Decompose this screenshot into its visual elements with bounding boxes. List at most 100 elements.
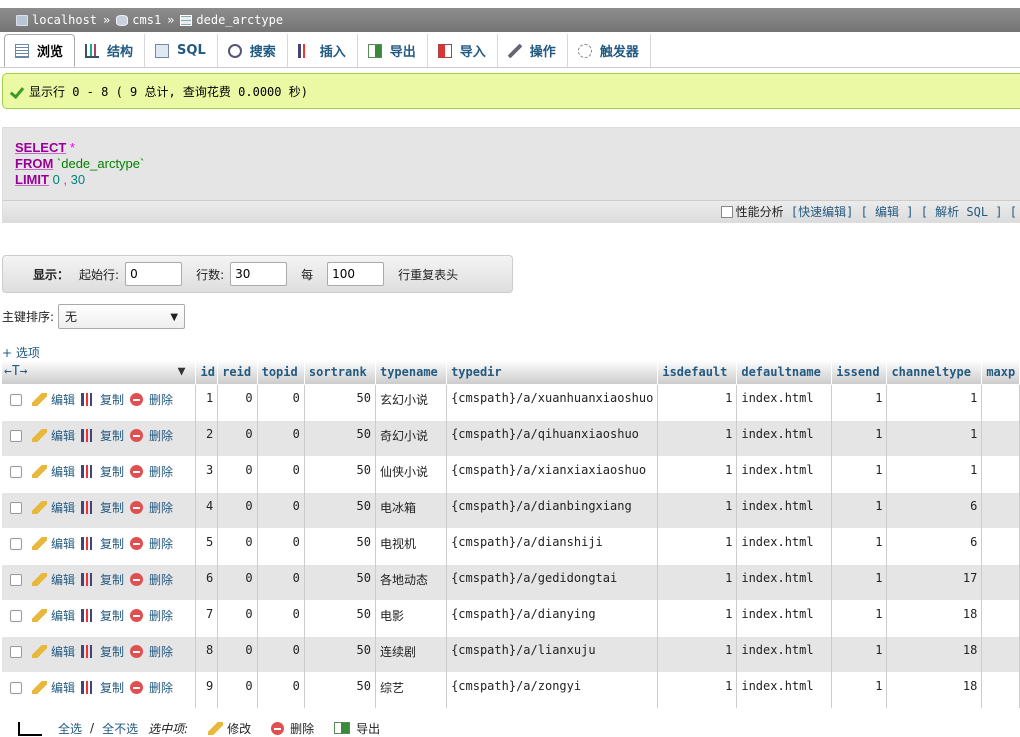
column-header[interactable]: typename — [375, 360, 448, 384]
sort-triangle-icon[interactable]: ▼ — [178, 364, 186, 379]
table-cell-topid[interactable]: 0 — [257, 419, 305, 456]
table-cell-defaultname[interactable]: index.html — [736, 419, 833, 456]
table-cell-id[interactable]: 4 — [195, 491, 219, 528]
delete-icon[interactable] — [271, 721, 285, 735]
explain-sql-link[interactable]: [ 解析 SQL ] — [921, 203, 1003, 220]
sort-select[interactable]: 无 ▼ — [58, 304, 186, 329]
delete-icon[interactable] — [130, 536, 144, 550]
table-cell-typename[interactable]: 连续剧 — [375, 635, 448, 672]
edit-icon[interactable] — [32, 392, 47, 406]
table-cell-reid[interactable]: 0 — [217, 635, 258, 672]
table-cell-isdefault[interactable]: 1 — [657, 563, 738, 600]
edit-link[interactable]: [ 编辑 ] — [861, 203, 914, 220]
repeat-header-input[interactable] — [327, 262, 385, 286]
table-cell-defaultname[interactable]: index.html — [736, 455, 833, 492]
row-checkbox[interactable] — [10, 681, 22, 694]
row-checkbox[interactable] — [10, 501, 22, 514]
table-cell-reid[interactable]: 0 — [217, 671, 258, 708]
sql-keyword[interactable]: SELECT — [15, 140, 66, 155]
inline-edit-link[interactable]: [快速编辑] — [791, 203, 853, 220]
copy-icon[interactable] — [81, 428, 97, 442]
table-cell-reid[interactable]: 0 — [217, 455, 258, 492]
table-cell-isdefault[interactable]: 1 — [657, 419, 738, 456]
check-all-link[interactable]: 全选 — [58, 720, 82, 737]
delete-icon[interactable] — [130, 608, 144, 622]
table-cell-topid[interactable]: 0 — [257, 491, 305, 528]
table-cell-topid[interactable]: 0 — [257, 599, 305, 636]
table-cell-id[interactable]: 9 — [195, 671, 219, 708]
table-cell-isdefault[interactable]: 1 — [657, 599, 738, 636]
row-checkbox[interactable] — [10, 393, 22, 406]
delete-link[interactable]: 删除 — [149, 681, 173, 695]
export-icon[interactable] — [334, 722, 351, 734]
table-cell-topid[interactable]: 0 — [257, 527, 305, 564]
table-cell-topid[interactable]: 0 — [257, 563, 305, 600]
table-cell-defaultname[interactable]: index.html — [736, 635, 833, 672]
row-checkbox[interactable] — [10, 573, 22, 586]
table-cell-maxp[interactable] — [981, 491, 1020, 528]
table-cell-sortrank[interactable]: 50 — [304, 599, 376, 636]
table-cell-issend[interactable]: 1 — [831, 599, 888, 636]
options-link[interactable]: + 选项 — [2, 344, 40, 361]
table-cell-isdefault[interactable]: 1 — [657, 383, 738, 420]
table-cell-typename[interactable]: 各地动态 — [375, 563, 448, 600]
sql-keyword[interactable]: LIMIT — [15, 172, 49, 187]
table-cell-topid[interactable]: 0 — [257, 383, 305, 420]
delete-icon[interactable] — [130, 392, 144, 406]
table-cell-typename[interactable]: 仙侠小说 — [375, 455, 448, 492]
delete-link[interactable]: 删除 — [149, 465, 173, 479]
edit-icon[interactable] — [32, 644, 47, 658]
table-cell-sortrank[interactable]: 50 — [304, 455, 376, 492]
table-cell-typedir[interactable]: {cmspath}/a/dianbingxiang — [446, 491, 659, 528]
delete-link[interactable]: 删除 — [149, 393, 173, 407]
table-cell-defaultname[interactable]: index.html — [736, 671, 833, 708]
copy-icon[interactable] — [81, 464, 97, 478]
table-cell-issend[interactable]: 1 — [831, 635, 888, 672]
table-cell-id[interactable]: 7 — [195, 599, 219, 636]
table-cell-channeltype[interactable]: 1 — [886, 419, 983, 456]
table-cell-typename[interactable]: 电影 — [375, 599, 448, 636]
table-cell-sortrank[interactable]: 50 — [304, 527, 376, 564]
table-cell-typename[interactable]: 玄幻小说 — [375, 383, 448, 420]
uncheck-all-link[interactable]: 全不选 — [102, 720, 138, 737]
table-cell-id[interactable]: 1 — [195, 383, 219, 420]
row-checkbox[interactable] — [10, 429, 22, 442]
table-cell-reid[interactable]: 0 — [217, 527, 258, 564]
table-cell-maxp[interactable] — [981, 671, 1020, 708]
table-cell-typedir[interactable]: {cmspath}/a/qihuanxiaoshuo — [446, 419, 659, 456]
table-cell-channeltype[interactable]: 18 — [886, 599, 983, 636]
tab-export[interactable]: 导出 — [358, 34, 428, 67]
table-cell-id[interactable]: 6 — [195, 563, 219, 600]
copy-link[interactable]: 复制 — [100, 609, 124, 623]
table-cell-typedir[interactable]: {cmspath}/a/lianxuju — [446, 635, 659, 672]
delete-icon[interactable] — [130, 428, 144, 442]
delete-icon[interactable] — [130, 500, 144, 514]
table-cell-typename[interactable]: 电视机 — [375, 527, 448, 564]
row-checkbox[interactable] — [10, 465, 22, 478]
table-cell-isdefault[interactable]: 1 — [657, 455, 738, 492]
tab-sql[interactable]: SQL — [145, 34, 218, 67]
column-header[interactable]: issend — [831, 360, 888, 384]
table-cell-maxp[interactable] — [981, 419, 1020, 456]
table-cell-topid[interactable]: 0 — [257, 635, 305, 672]
delete-icon[interactable] — [130, 644, 144, 658]
table-cell-id[interactable]: 3 — [195, 455, 219, 492]
table-cell-typedir[interactable]: {cmspath}/a/xuanhuanxiaoshuo — [446, 383, 659, 420]
delete-link[interactable]: 删除 — [149, 573, 173, 587]
tab-structure[interactable]: 结构 — [75, 34, 146, 67]
column-header[interactable]: typedir — [446, 360, 659, 384]
table-cell-defaultname[interactable]: index.html — [736, 599, 833, 636]
copy-link[interactable]: 复制 — [100, 501, 124, 515]
table-cell-isdefault[interactable]: 1 — [657, 635, 738, 672]
column-header[interactable]: sortrank — [304, 360, 376, 384]
delete-link[interactable]: 删除 — [149, 429, 173, 443]
edit-link[interactable]: 编辑 — [51, 681, 75, 695]
table-cell-issend[interactable]: 1 — [831, 671, 888, 708]
copy-link[interactable]: 复制 — [100, 573, 124, 587]
table-cell-issend[interactable]: 1 — [831, 527, 888, 564]
bulk-delete-button[interactable]: 删除 — [290, 720, 314, 737]
table-cell-isdefault[interactable]: 1 — [657, 491, 738, 528]
edit-link[interactable]: 编辑 — [51, 393, 75, 407]
table-cell-typedir[interactable]: {cmspath}/a/dianying — [446, 599, 659, 636]
table-cell-reid[interactable]: 0 — [217, 383, 258, 420]
